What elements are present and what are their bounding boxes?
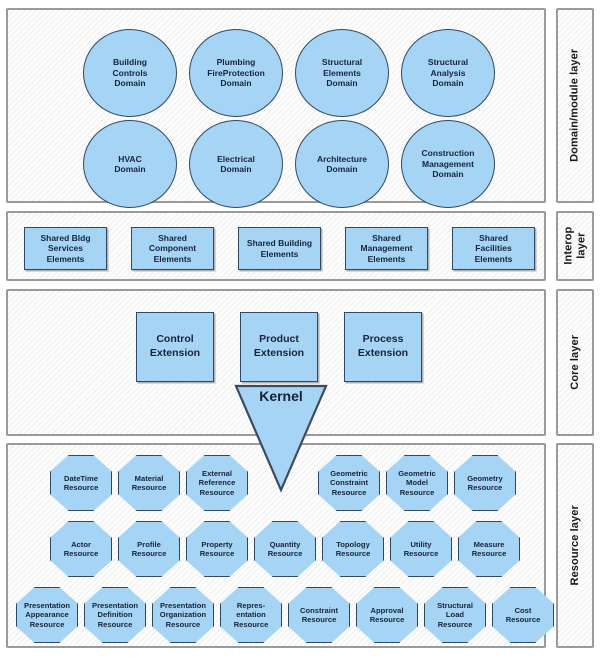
domain-node-label: Architecture Domain [316,153,368,174]
interop-node-label: Shared Building Elements [246,238,313,259]
resource-node-geometric-model[interactable]: Geometric Model Resource [386,455,448,511]
resource-node-datetime[interactable]: DateTime Resource [50,455,112,511]
resource-node-profile[interactable]: Profile Resource [118,521,180,577]
domain-node-label: Electrical Domain [217,153,255,174]
resource-layer-label-panel: Resource layer [556,443,594,648]
interop-layer-label: Interop layer [562,227,588,265]
domain-node-electrical[interactable]: Electrical Domain [189,120,283,208]
resource-node-material[interactable]: Material Resource [118,455,180,511]
resource-node-label: External Reference Resource [198,469,236,497]
interop-layer-label-panel: Interop layer [556,211,594,281]
resource-node-label: Utility Resource [403,539,439,558]
resource-node-label: Actor Resource [63,539,99,558]
ifc-architecture-diagram: Building Controls Domain Plumbing FirePr… [0,0,601,660]
resource-node-measure[interactable]: Measure Resource [458,521,520,577]
resource-layer-panel: DateTime Resource Material Resource Exte… [6,443,554,648]
resource-node-label: DateTime Resource [63,473,99,492]
resource-node-label: Material Resource [131,473,167,492]
resource-node-label: Geometric Model Resource [398,469,436,497]
core-node-control-extension[interactable]: Control Extension [136,312,214,382]
domain-layer-panel: Building Controls Domain Plumbing FirePr… [6,8,546,208]
core-layer-label-panel: Core layer [556,289,594,436]
resource-node-label: Geometry Resource [467,473,503,492]
interop-layer-panel: Shared Bldg Services Elements Shared Com… [6,211,546,281]
domain-node-label: Structural Elements Domain [321,57,363,89]
resource-node-presentation-appearance[interactable]: Presentation Appearance Resource [16,587,78,643]
domain-node-label: HVAC Domain [114,153,146,174]
domain-node-architecture[interactable]: Architecture Domain [295,120,389,208]
domain-node-label: Structural Analysis Domain [427,57,469,89]
resource-node-actor[interactable]: Actor Resource [50,521,112,577]
resource-node-approval[interactable]: Approval Resource [356,587,418,643]
interop-node-shared-building-elements[interactable]: Shared Building Elements [238,227,321,270]
interop-node-label: Shared Management Elements [360,232,413,264]
resource-node-label: Presentation Appearance Resource [24,601,70,629]
resource-node-topology[interactable]: Topology Resource [322,521,384,577]
domain-node-hvac[interactable]: HVAC Domain [83,120,177,208]
resource-node-label: Cost Resource [505,605,541,624]
core-node-label: Process Extension [357,333,409,359]
domain-node-plumbing-fireprotection[interactable]: Plumbing FireProtection Domain [189,29,283,117]
domain-node-structural-analysis[interactable]: Structural Analysis Domain [401,29,495,117]
resource-node-quantity[interactable]: Quantity Resource [254,521,316,577]
resource-node-presentation-organization[interactable]: Presentation Organization Resource [152,587,214,643]
resource-node-utility[interactable]: Utility Resource [390,521,452,577]
resource-node-label: Repres- entation Resource [233,601,269,629]
interop-node-label: Shared Component Elements [148,232,197,264]
resource-node-label: Property Resource [199,539,235,558]
resource-node-presentation-definition[interactable]: Presentation Definition Resource [84,587,146,643]
resource-node-label: Constraint Resource [300,605,338,624]
domain-node-structural-elements[interactable]: Structural Elements Domain [295,29,389,117]
core-layer-label: Core layer [568,335,581,390]
interop-node-shared-management-elements[interactable]: Shared Management Elements [345,227,428,270]
interop-node-shared-facilities-elements[interactable]: Shared Facilities Elements [452,227,535,270]
resource-node-label: Geometric Constraint Resource [330,469,368,497]
domain-node-label: Plumbing FireProtection Domain [207,57,265,89]
interop-node-shared-component-elements[interactable]: Shared Component Elements [131,227,214,270]
core-node-label: Product Extension [253,333,305,359]
resource-node-geometric-constraint[interactable]: Geometric Constraint Resource [318,455,380,511]
resource-node-label: Quantity Resource [267,539,303,558]
resource-layer-label: Resource layer [568,505,581,586]
core-node-product-extension[interactable]: Product Extension [240,312,318,382]
resource-node-cost[interactable]: Cost Resource [492,587,554,643]
domain-node-label: Building Controls Domain [112,57,148,89]
resource-node-label: Measure Resource [471,539,507,558]
interop-node-label: Shared Facilities Elements [474,232,513,264]
domain-node-construction-management[interactable]: Construction Management Domain [401,120,495,208]
resource-node-label: Presentation Definition Resource [92,601,138,629]
resource-node-label: Approval Resource [369,605,405,624]
core-node-process-extension[interactable]: Process Extension [344,312,422,382]
resource-node-representation[interactable]: Repres- entation Resource [220,587,282,643]
resource-node-constraint[interactable]: Constraint Resource [288,587,350,643]
resource-node-label: Topology Resource [335,539,371,558]
interop-node-shared-bldg-services-elements[interactable]: Shared Bldg Services Elements [24,227,107,270]
resource-node-external-reference[interactable]: External Reference Resource [186,455,248,511]
interop-node-label: Shared Bldg Services Elements [40,232,91,264]
resource-node-label: Presentation Organization Resource [159,601,207,629]
core-node-label: Control Extension [149,333,201,359]
resource-node-property[interactable]: Property Resource [186,521,248,577]
domain-node-building-controls[interactable]: Building Controls Domain [83,29,177,117]
resource-node-label: Profile Resource [131,539,167,558]
resource-node-label: Structural Load Resource [437,601,473,629]
domain-layer-label: Domain/module layer [568,48,581,163]
resource-node-structural-load[interactable]: Structural Load Resource [424,587,486,643]
resource-node-geometry[interactable]: Geometry Resource [454,455,516,511]
domain-layer-label-panel: Domain/module layer [556,8,594,203]
domain-node-label: Construction Management Domain [421,148,475,180]
core-layer-panel: Control Extension Product Extension Proc… [6,289,546,436]
